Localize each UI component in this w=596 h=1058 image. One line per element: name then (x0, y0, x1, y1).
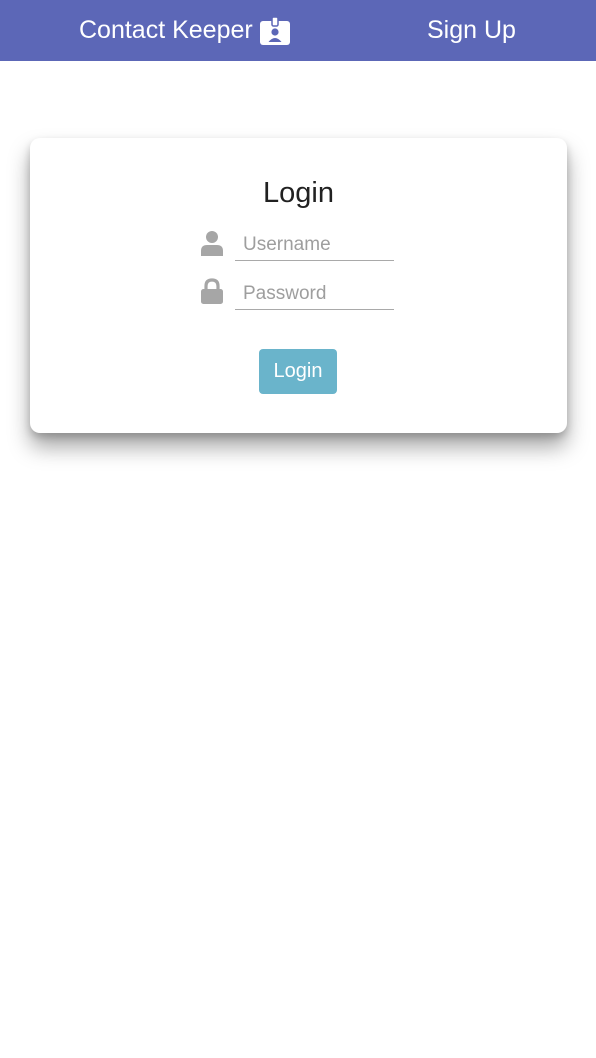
signup-link[interactable]: Sign Up (427, 0, 516, 61)
brand-label: Contact Keeper (79, 16, 253, 44)
login-card: Login Login (30, 138, 567, 433)
password-input[interactable] (235, 278, 394, 310)
login-title: Login (263, 177, 334, 209)
top-navbar: Contact Keeper Sign Up (0, 0, 596, 61)
lock-icon (200, 277, 224, 305)
username-input[interactable] (235, 229, 394, 261)
id-badge-icon (259, 17, 290, 45)
login-button[interactable]: Login (259, 349, 337, 394)
user-icon (200, 229, 224, 257)
brand-link[interactable]: Contact Keeper (79, 0, 290, 61)
